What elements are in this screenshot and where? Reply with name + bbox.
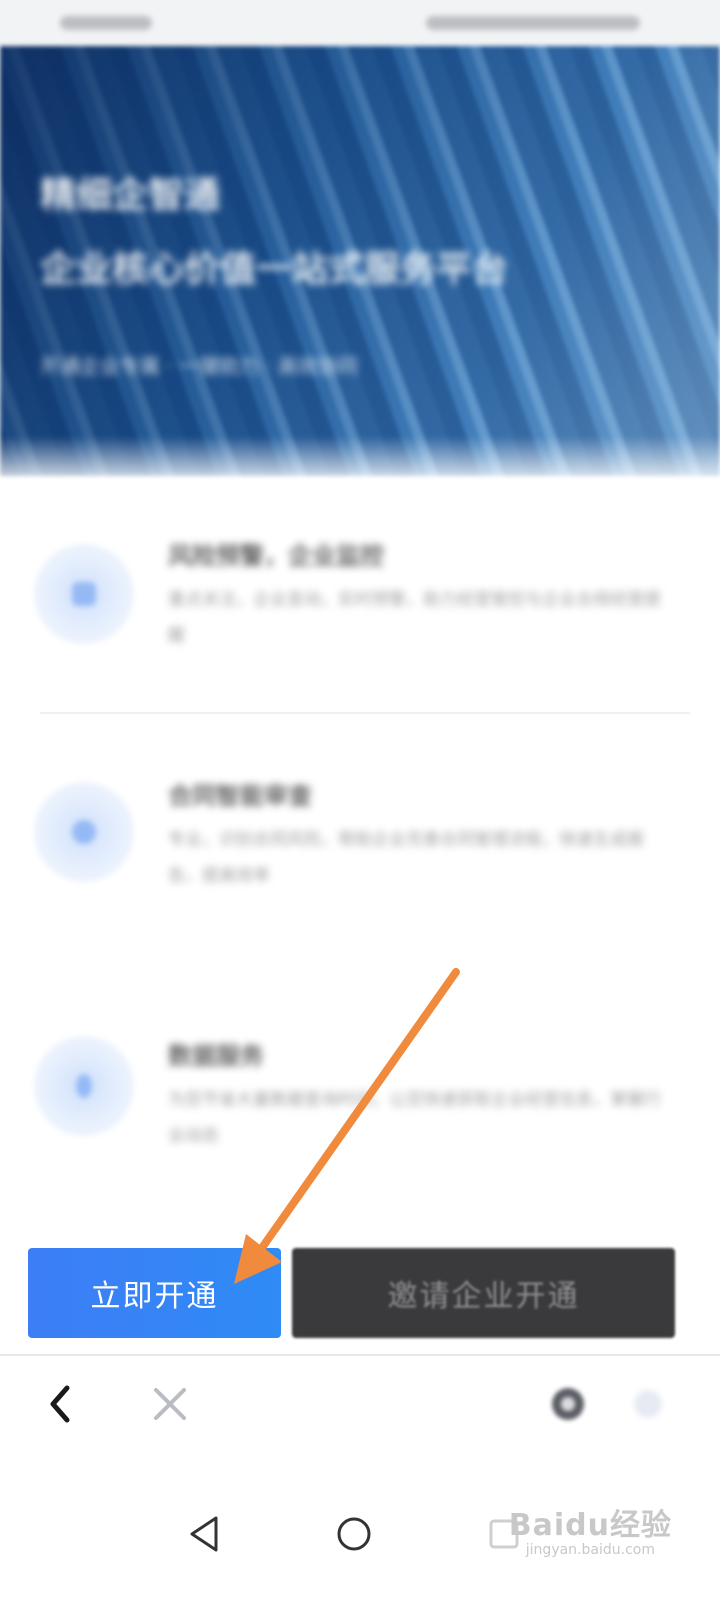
status-bar (0, 0, 720, 46)
hero-title-line2: 企业核心价值一站式服务平台 (40, 249, 509, 290)
feature-divider (40, 712, 690, 714)
feature-description: 专业，识别合同风险，帮助企业完善合同管理流程，快速生成报告，提高效率 (168, 830, 644, 886)
close-button[interactable] (142, 1372, 198, 1436)
system-back-button[interactable] (176, 1506, 232, 1562)
chevron-left-icon (50, 1385, 70, 1423)
feature-title: 风险预警，企业监控 (168, 542, 384, 570)
feature-title: 合同智能审查 (168, 782, 312, 810)
hero-title-line1: 精细企智通 (40, 175, 221, 216)
more-button[interactable] (620, 1374, 676, 1434)
share-icon (552, 1388, 584, 1420)
shield-icon (34, 782, 134, 882)
circle-home-icon (337, 1517, 371, 1551)
hero-tagline: 开通企业专属 · 一键助力 · 高效协同 (40, 354, 359, 378)
invite-enterprise-button[interactable]: 邀请企业开通 (292, 1248, 675, 1338)
share-button[interactable] (540, 1374, 596, 1434)
baidu-watermark: Baidu经验 jingyan.baidu.com (509, 1500, 672, 1558)
feature-description: 重点关注，企业变动，实时预警，助力经营管控与企业合规经营提醒 (168, 590, 661, 646)
triangle-back-icon (190, 1516, 218, 1552)
more-icon (634, 1390, 662, 1418)
activate-now-button[interactable]: 立即开通 (28, 1248, 281, 1338)
feature-item: 风险预警，企业监控 重点关注，企业变动，实时预警，助力经营管控与企业合规经营提醒 (0, 500, 720, 700)
close-icon (154, 1388, 186, 1420)
feature-item: 合同智能审查 专业，识别合同风险，帮助企业完善合同管理流程，快速生成报告，提高效… (0, 740, 720, 940)
system-home-button[interactable] (326, 1506, 382, 1562)
status-indicators (426, 16, 640, 30)
report-icon (34, 544, 134, 644)
back-button[interactable] (34, 1372, 86, 1436)
feature-title: 数据服务 (168, 1042, 264, 1070)
watermark-url: jingyan.baidu.com (525, 1542, 655, 1558)
feature-description: 为您节省大量数据查询时间，让您快速获取企业经营信息，掌握行业动态 (168, 1090, 661, 1146)
browser-toolbar (0, 1356, 720, 1452)
info-icon (34, 1036, 134, 1136)
status-time (60, 16, 152, 30)
action-bar: 立即开通 邀请企业开通 (0, 1232, 720, 1354)
watermark-brand: Baidu经验 (508, 1508, 672, 1543)
feature-item: 数据服务 为您节省大量数据查询时间，让您快速获取企业经营信息，掌握行业动态 (0, 1000, 720, 1200)
